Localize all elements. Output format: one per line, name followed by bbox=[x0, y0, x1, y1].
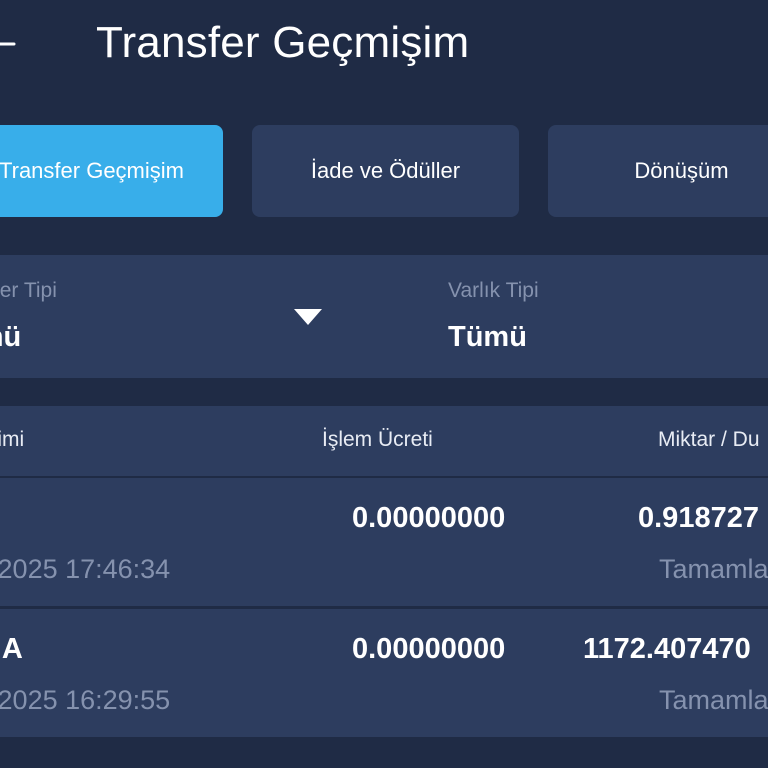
row-status: Tamamla bbox=[659, 554, 768, 584]
column-header-currency: ı Birimi bbox=[0, 428, 25, 451]
header: Transfer Geçmişim bbox=[0, 0, 768, 90]
tab-conversion[interactable]: Dönüşüm bbox=[548, 125, 768, 217]
transfer-type-select[interactable]: ansfer Tipi ümü bbox=[0, 255, 360, 378]
asset-type-value: Tümü bbox=[448, 321, 527, 353]
column-header-amount: Miktar / Du bbox=[658, 428, 760, 451]
transfer-type-value: ümü bbox=[0, 321, 22, 353]
table-header: ı Birimi İşlem Ücreti Miktar / Du bbox=[0, 406, 768, 476]
table-row-clip: ANA 05.2025 16:29:55 0.00000000 1172.407… bbox=[0, 609, 768, 737]
table-row[interactable]: ANA 05.2025 16:29:55 0.00000000 1172.407… bbox=[0, 609, 768, 737]
table-row-clip: EN 05.2025 17:46:34 0.00000000 0.918727 … bbox=[0, 478, 768, 606]
table-row[interactable]: EN 05.2025 17:46:34 0.00000000 0.918727 … bbox=[0, 478, 768, 606]
transfer-history-screen: Transfer Geçmişim Transfer Geçmişim İade… bbox=[0, 0, 768, 768]
page-title: Transfer Geçmişim bbox=[96, 18, 470, 67]
row-fee: 0.00000000 bbox=[352, 633, 506, 665]
asset-type-select[interactable]: Varlık Tipi Tümü bbox=[448, 255, 768, 378]
row-amount: 0.918727 bbox=[638, 502, 759, 534]
tab-bar: Transfer Geçmişim İade ve Ödüller Dönüşü… bbox=[0, 125, 768, 217]
row-date: 05.2025 17:46:34 bbox=[0, 554, 171, 584]
column-header-fee: İşlem Ücreti bbox=[322, 428, 433, 451]
row-date: 05.2025 16:29:55 bbox=[0, 685, 171, 715]
asset-type-label: Varlık Tipi bbox=[448, 279, 539, 302]
table-header-clip: ı Birimi İşlem Ücreti Miktar / Du bbox=[0, 406, 768, 476]
tab-transfer-history[interactable]: Transfer Geçmişim bbox=[0, 125, 223, 217]
row-status: Tamamla bbox=[659, 685, 768, 715]
arrow-left-icon[interactable] bbox=[0, 20, 28, 68]
row-fee: 0.00000000 bbox=[352, 502, 506, 534]
chevron-down-icon[interactable] bbox=[293, 307, 323, 327]
row-amount: 1172.407470 bbox=[583, 633, 751, 665]
row-asset: ANA bbox=[0, 633, 23, 665]
transfer-type-label: ansfer Tipi bbox=[0, 279, 57, 302]
filter-bar: ansfer Tipi ümü Varlık Tipi Tümü bbox=[0, 255, 768, 378]
tab-refunds-rewards[interactable]: İade ve Ödüller bbox=[252, 125, 519, 217]
